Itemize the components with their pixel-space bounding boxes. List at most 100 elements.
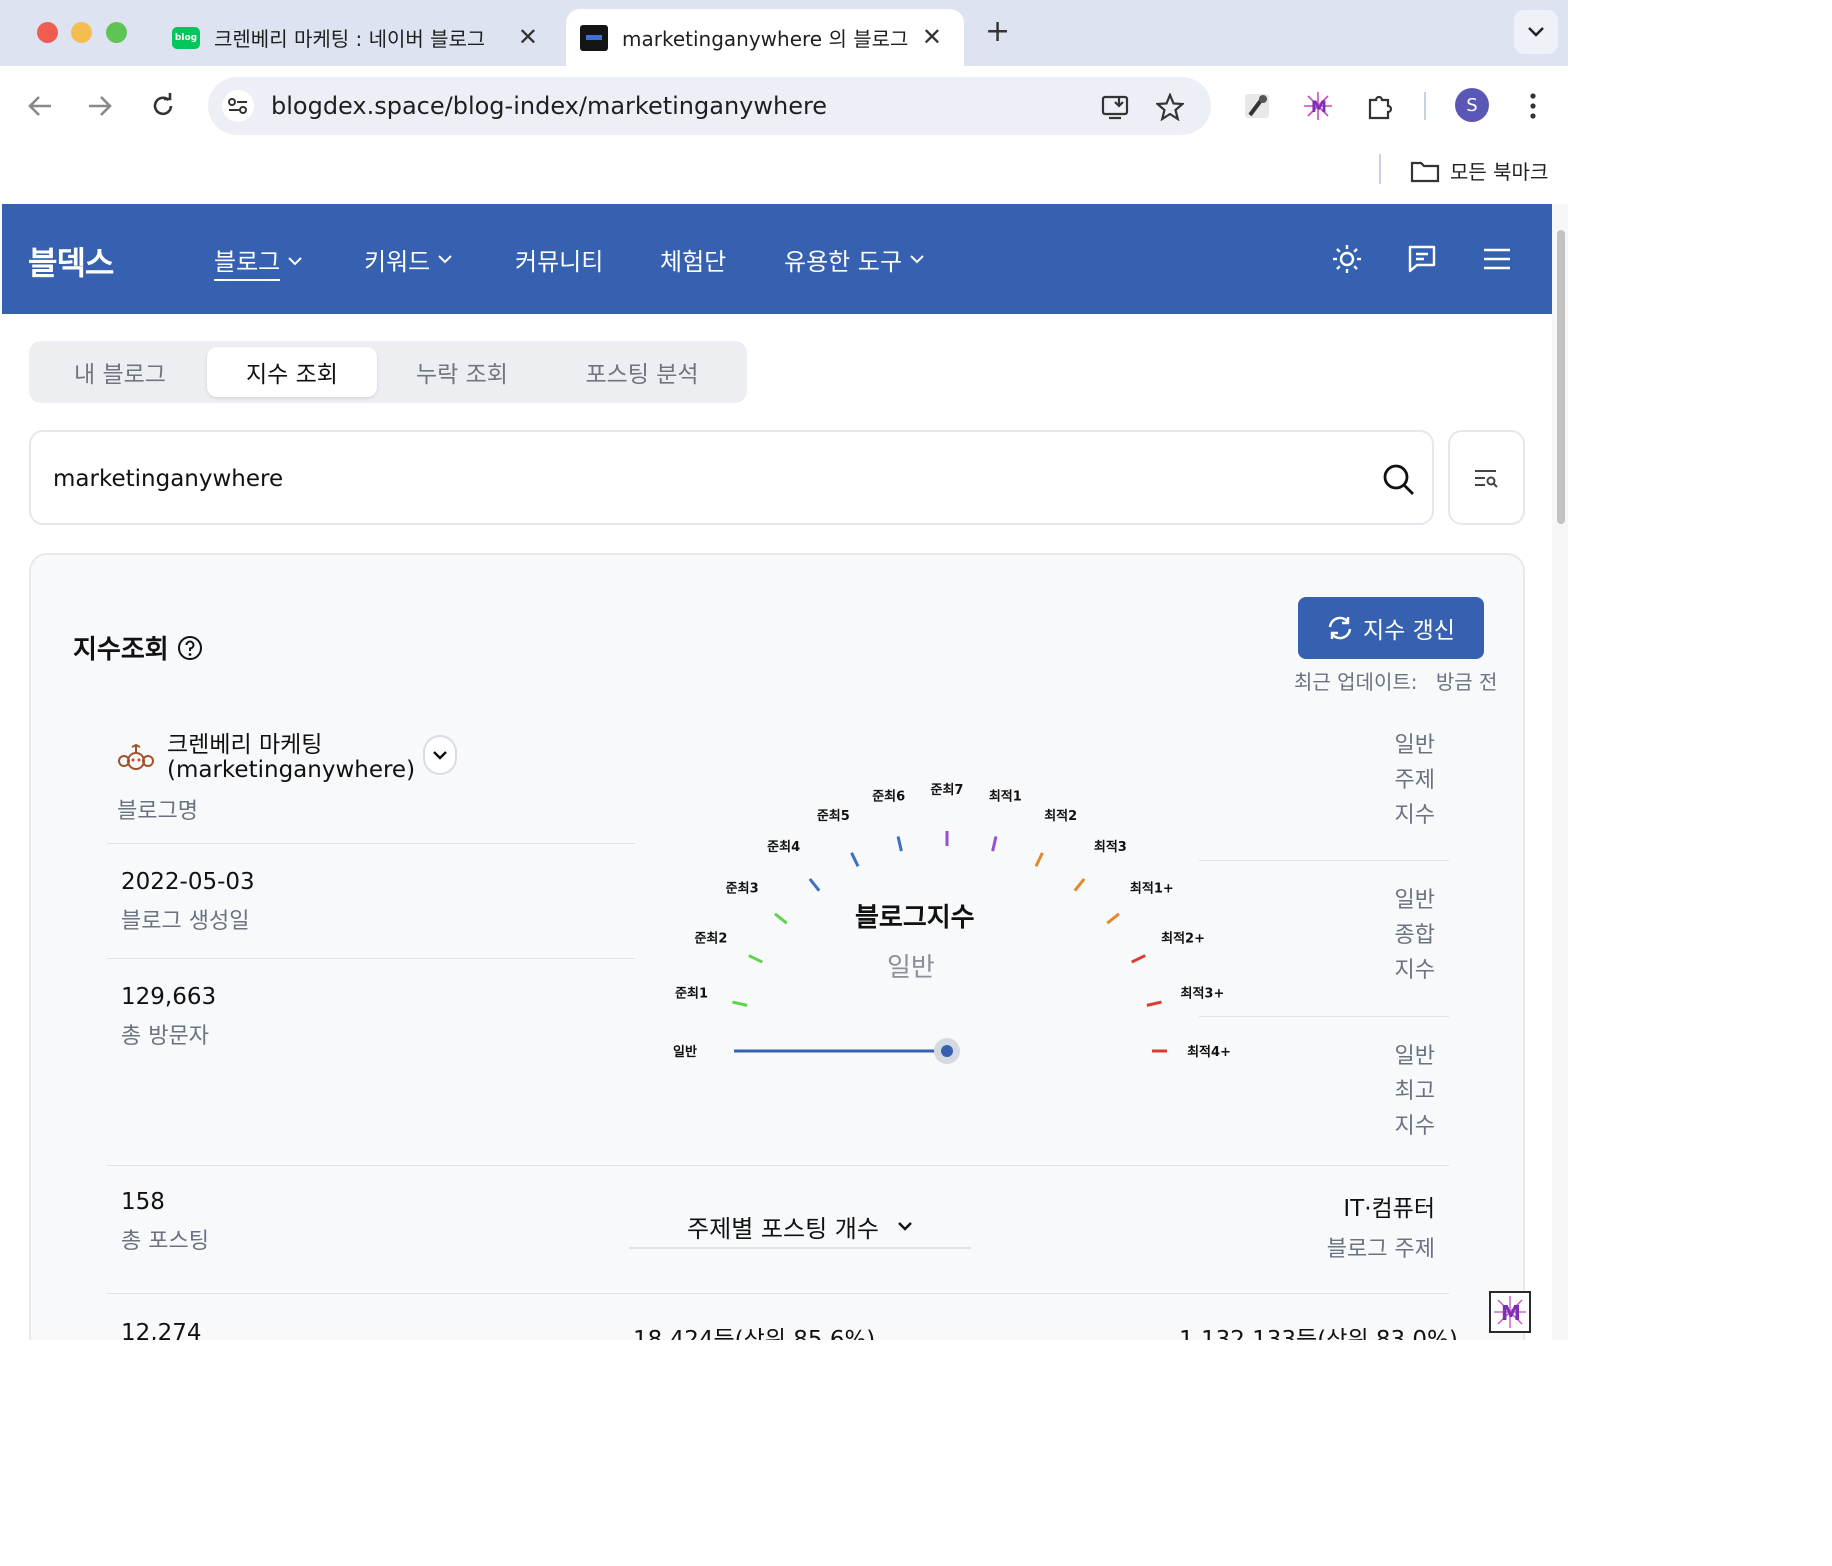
close-window-button[interactable]: [37, 22, 58, 43]
extensions-puzzle-icon[interactable]: [1362, 88, 1398, 124]
gauge-label: 최적4+: [1187, 1044, 1231, 1060]
browser-tab-naver-blog[interactable]: blog 크렌베리 마케팅 : 네이버 블로그 ✕: [160, 9, 560, 66]
label-line: 지수: [1394, 958, 1435, 983]
new-tab-icon[interactable]: +: [985, 14, 1010, 49]
chat-message-icon[interactable]: [1405, 242, 1439, 276]
bottom-stat-1: 12,274: [121, 1320, 202, 1340]
tab-search-button[interactable]: [1514, 10, 1558, 54]
help-question-icon[interactable]: [177, 635, 203, 661]
gauge-label: 최적1+: [1130, 881, 1174, 897]
all-bookmarks-button[interactable]: 모든 북마크: [1410, 156, 1548, 185]
divider: [107, 1293, 1449, 1294]
folder-icon: [1410, 161, 1440, 182]
topic-index-label: 일반 주제 지수: [1395, 728, 1435, 833]
address-bar[interactable]: blogdex.space/blog-index/marketinganywhe…: [208, 77, 1211, 135]
forward-button[interactable]: [82, 88, 118, 124]
minimize-window-button[interactable]: [71, 22, 92, 43]
label-line: 주제: [1394, 768, 1435, 793]
max-index-label: 일반 최고 지수: [1395, 1039, 1435, 1144]
m-extension-badge-icon[interactable]: M: [1489, 1291, 1531, 1333]
blog-avatar-icon: [118, 743, 154, 770]
gauge-tick: [896, 836, 903, 852]
site-header: 블덱스 블로그 키워드 커뮤니티 체험단 유용한 도구: [2, 204, 1552, 314]
divider: [107, 958, 635, 959]
refresh-icon: [1328, 616, 1352, 640]
hamburger-menu-icon[interactable]: [1480, 242, 1514, 276]
nav-tools[interactable]: 유용한 도구: [784, 242, 924, 277]
label-line: 일반: [1394, 888, 1435, 913]
blog-name-caption: 블로그명: [117, 799, 198, 824]
browser-tab-blogdex[interactable]: marketinganywhere 의 블로그 지 ✕: [566, 9, 964, 66]
last-update-label: 최근 업데이트:: [1294, 670, 1418, 694]
gauge-tick: [808, 878, 821, 892]
bottom-stat-3: 1,132,133등(상위 83.0%): [1179, 1327, 1458, 1340]
divider: [1199, 1016, 1449, 1017]
more-menu-icon[interactable]: [1515, 88, 1551, 124]
stat-caption: 블로그 생성일: [121, 909, 250, 934]
gauge-tick: [1034, 852, 1044, 867]
gauge-needle-pivot: [941, 1045, 953, 1057]
profile-avatar[interactable]: S: [1455, 88, 1489, 122]
label-line: 일반: [1394, 733, 1435, 758]
gauge-tick: [774, 912, 788, 925]
chevron-down-icon: [433, 751, 447, 760]
nav-experience-label: 체험단: [660, 248, 727, 276]
gauge-label: 최적2: [1044, 808, 1077, 824]
tab-my-blog[interactable]: 내 블로그: [35, 347, 205, 397]
gauge-label: 최적3+: [1181, 986, 1225, 1002]
label-line: 최고: [1394, 1079, 1435, 1104]
nav-keyword-label: 키워드: [364, 248, 431, 276]
blog-theme: IT·컴퓨터 블로그 주제: [1327, 1189, 1435, 1263]
stat-total-posts: 158 총 포스팅: [121, 1189, 209, 1255]
nav-keyword[interactable]: 키워드: [364, 242, 452, 277]
theme-toggle-sun-icon[interactable]: [1330, 242, 1364, 276]
blogdex-favicon-icon: [580, 24, 608, 51]
back-button[interactable]: [22, 88, 58, 124]
stat-value: 158: [121, 1189, 165, 1215]
install-app-icon[interactable]: [1100, 91, 1132, 123]
scrollbar-thumb[interactable]: [1557, 230, 1565, 524]
maximize-window-button[interactable]: [106, 22, 127, 43]
tab-index-lookup[interactable]: 지수 조회: [207, 347, 377, 397]
nav-community[interactable]: 커뮤니티: [515, 242, 603, 277]
label-line: 일반: [1394, 1044, 1435, 1069]
search-icon[interactable]: [1379, 460, 1419, 500]
search-options-button[interactable]: [1448, 430, 1525, 525]
reload-button[interactable]: [145, 88, 181, 124]
tab-title: 크렌베리 마케팅 : 네이버 블로그: [214, 27, 484, 51]
tab-close-icon[interactable]: ✕: [922, 23, 942, 51]
blog-theme-caption: 블로그 주제: [1326, 1237, 1435, 1262]
blog-name-line1: 크렌베리 마케팅: [167, 732, 323, 758]
gauge-tick: [1131, 954, 1146, 964]
gauge-label: 준최5: [817, 809, 850, 824]
search-input[interactable]: marketinganywhere: [29, 430, 1434, 525]
chevron-down-icon: [438, 255, 452, 264]
label-line: 지수: [1394, 1114, 1435, 1139]
wrench-extension-icon[interactable]: [1239, 88, 1275, 124]
m-sparkle-extension-icon[interactable]: M: [1300, 88, 1336, 124]
arrow-right-icon: [89, 96, 112, 116]
nav-blog[interactable]: 블로그: [214, 242, 302, 281]
divider: [1199, 860, 1449, 861]
gauge-label: 준최3: [726, 882, 759, 897]
tab-close-icon[interactable]: ✕: [518, 23, 538, 51]
tab-missing-lookup[interactable]: 누락 조회: [377, 347, 547, 397]
search-input-value: marketinganywhere: [53, 466, 284, 492]
topic-posting-count-dropdown[interactable]: 주제별 포스팅 개수: [629, 1205, 971, 1249]
chevron-down-icon: [288, 257, 302, 266]
gauge-label: 준최6: [872, 790, 905, 805]
divider: [107, 1165, 1449, 1166]
site-logo[interactable]: 블덱스: [28, 238, 114, 284]
tab-posting-analysis[interactable]: 포스팅 분석: [557, 347, 727, 397]
page: 블덱스 블로그 키워드 커뮤니티 체험단 유용한 도구 내 블로그 지수 조회 …: [2, 204, 1552, 1340]
stat-total-visitors: 129,663 총 방문자: [121, 984, 216, 1050]
nav-experience[interactable]: 체험단: [660, 242, 726, 277]
site-settings-icon[interactable]: [222, 90, 254, 122]
blog-select-dropdown[interactable]: [423, 735, 457, 775]
refresh-index-button[interactable]: 지수 갱신: [1298, 597, 1484, 659]
browser-tabstrip: blog 크렌베리 마케팅 : 네이버 블로그 ✕ marketinganywh…: [0, 0, 1568, 66]
stat-created-date: 2022-05-03 블로그 생성일: [121, 869, 255, 935]
blog-name: 크렌베리 마케팅 (marketinganywhere): [167, 733, 415, 783]
bookmark-star-icon[interactable]: [1154, 91, 1186, 123]
svg-text:M: M: [1501, 1301, 1521, 1325]
